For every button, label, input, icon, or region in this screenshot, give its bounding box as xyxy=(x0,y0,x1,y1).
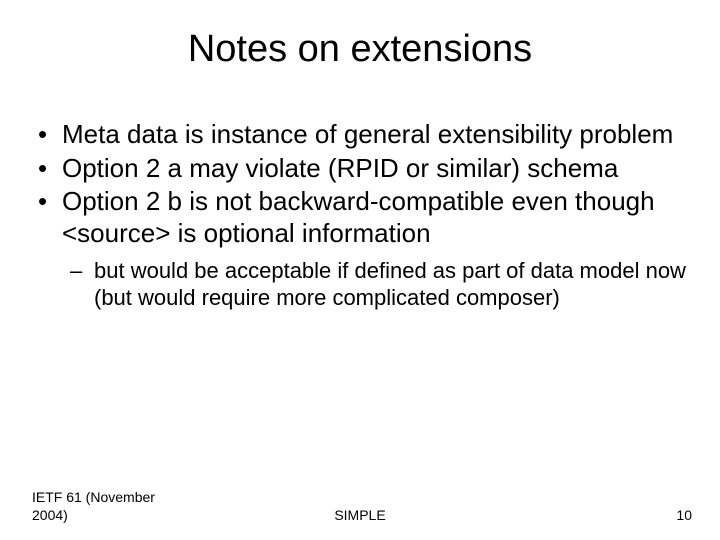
bullet-list: Meta data is instance of general extensi… xyxy=(32,119,688,312)
bullet-item: Option 2 b is not backward-compatible ev… xyxy=(32,186,688,311)
bullet-item: Meta data is instance of general extensi… xyxy=(32,119,688,151)
sub-bullet-list: but would be acceptable if defined as pa… xyxy=(68,258,688,312)
bullet-item: Option 2 a may violate (RPID or similar)… xyxy=(32,153,688,185)
sub-bullet-item: but would be acceptable if defined as pa… xyxy=(68,258,688,312)
footer-center: SIMPLE xyxy=(0,507,720,525)
bullet-text: Option 2 a may violate (RPID or similar)… xyxy=(62,153,618,183)
slide: Notes on extensions Meta data is instanc… xyxy=(0,0,720,540)
bullet-text: Option 2 b is not backward-compatible ev… xyxy=(62,186,655,248)
bullet-text: Meta data is instance of general extensi… xyxy=(62,119,673,149)
slide-title: Notes on extensions xyxy=(0,0,720,81)
sub-bullet-text: but would be acceptable if defined as pa… xyxy=(94,258,686,310)
slide-number: 10 xyxy=(676,507,692,525)
slide-content: Meta data is instance of general extensi… xyxy=(0,81,720,312)
